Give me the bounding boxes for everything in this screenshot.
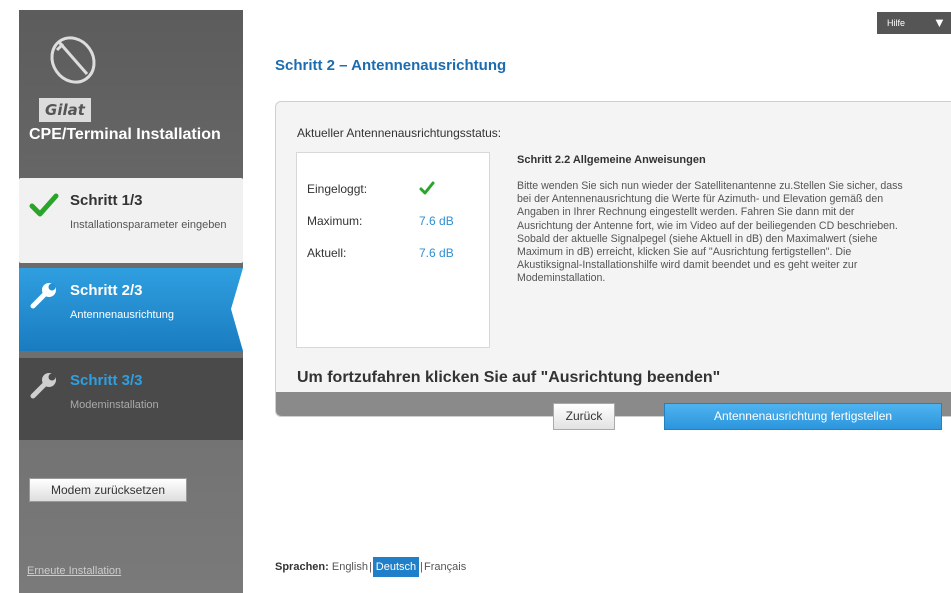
wrench-icon xyxy=(30,283,56,309)
sidebar-step-3[interactable]: Schritt 3/3 Modeminstallation xyxy=(19,358,243,440)
step-subtitle: Antennenausrichtung xyxy=(70,309,174,321)
finish-alignment-button[interactable]: Antennenausrichtung fertigstellen xyxy=(664,403,942,430)
reset-modem-button[interactable]: Modem zurücksetzen xyxy=(29,478,187,502)
instructions-title: Schritt 2.2 Allgemeine Anweisungen xyxy=(517,154,706,166)
logo-text: Gilat xyxy=(39,98,91,122)
back-button[interactable]: Zurück xyxy=(553,403,615,430)
wrench-icon xyxy=(30,373,56,399)
app-title: CPE/Terminal Installation xyxy=(29,126,221,143)
step-title: Schritt 2/3 xyxy=(70,282,143,299)
alignment-panel: Aktueller Antennenausrichtungsstatus: Ei… xyxy=(275,101,951,417)
language-selector: Sprachen: English| Deutsch |Français xyxy=(275,557,466,577)
sidebar-step-1[interactable]: Schritt 1/3 Installationsparameter einge… xyxy=(19,178,243,263)
reinstall-link[interactable]: Erneute Installation xyxy=(27,565,121,577)
current-value: 7.6 dB xyxy=(419,246,454,260)
language-label: Sprachen: xyxy=(275,561,329,573)
gilat-logo: Gilat xyxy=(27,24,107,122)
logged-in-label: Eingeloggt: xyxy=(307,182,368,196)
language-option-francais[interactable]: Français xyxy=(424,561,466,573)
current-label: Aktuell: xyxy=(307,246,347,260)
active-step-notch xyxy=(231,268,243,351)
step-subtitle: Modeminstallation xyxy=(70,399,159,411)
max-value: 7.6 dB xyxy=(419,214,454,228)
language-option-deutsch[interactable]: Deutsch xyxy=(372,557,420,577)
checkmark-icon xyxy=(29,193,59,217)
step-title: Schritt 1/3 xyxy=(70,192,143,209)
status-box: Eingeloggt: Maximum: 7.6 dB Aktuell: 7.6… xyxy=(296,152,490,348)
chevron-down-icon: ▼ xyxy=(933,15,946,30)
sidebar: Gilat CPE/Terminal Installation Schritt … xyxy=(19,10,243,593)
step-title: Schritt 3/3 xyxy=(70,372,143,389)
sidebar-step-2[interactable]: Schritt 2/3 Antennenausrichtung xyxy=(19,268,243,351)
language-option-english[interactable]: English xyxy=(332,561,368,573)
checkmark-icon xyxy=(419,181,435,195)
panel-heading: Aktueller Antennenausrichtungsstatus: xyxy=(297,126,502,140)
step-subtitle: Installationsparameter eingeben xyxy=(70,219,227,231)
instructions-body: Bitte wenden Sie sich nun wieder der Sat… xyxy=(517,180,903,285)
continue-text: Um fortzufahren klicken Sie auf "Ausrich… xyxy=(297,369,721,386)
page-title: Schritt 2 – Antennenausrichtung xyxy=(275,57,507,74)
max-label: Maximum: xyxy=(307,214,363,228)
help-button[interactable]: Hilfe ▼ xyxy=(877,12,951,34)
help-label: Hilfe xyxy=(887,18,906,28)
